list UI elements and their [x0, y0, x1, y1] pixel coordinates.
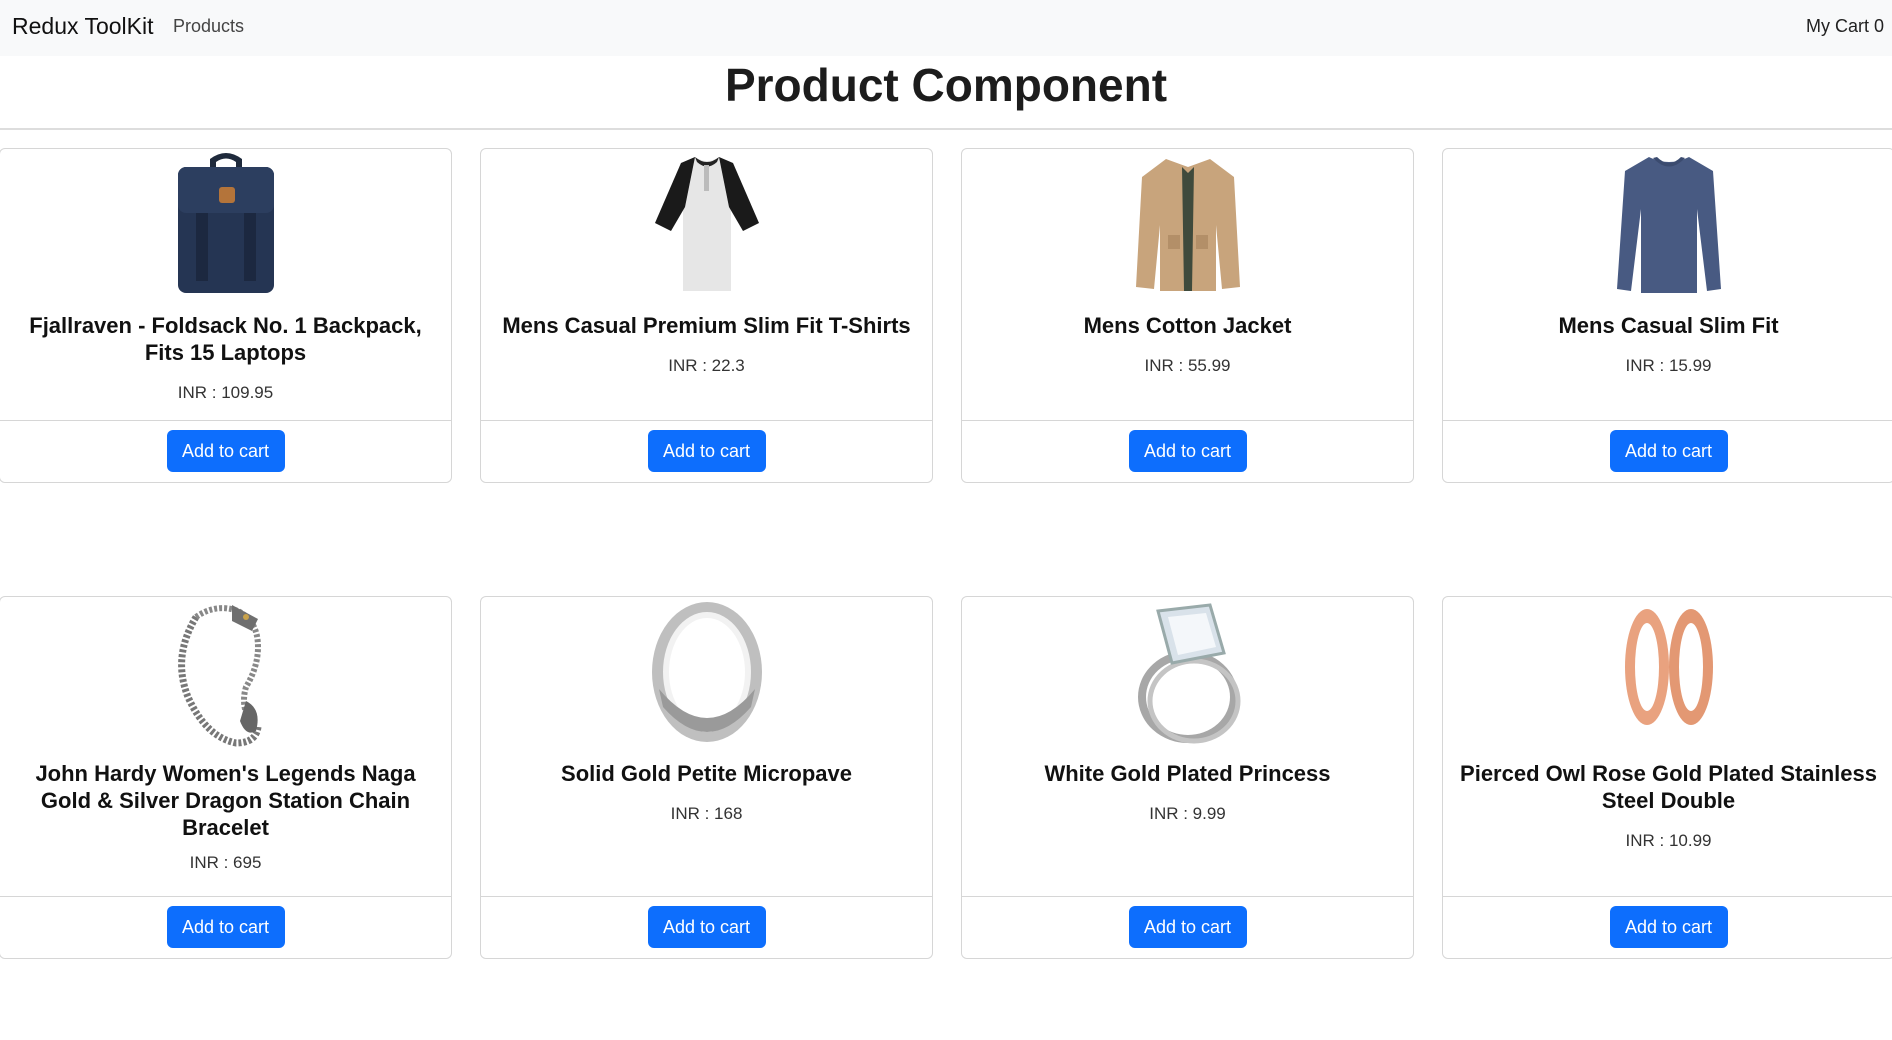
card-footer: Add to cart: [0, 896, 451, 958]
divider: [0, 128, 1892, 130]
bracelet-image: [177, 605, 261, 747]
add-to-cart-button[interactable]: Add to cart: [1128, 430, 1247, 472]
jacket-image: [1135, 159, 1240, 291]
silver-ring-image: [651, 602, 762, 742]
product-image: [481, 597, 932, 747]
card-footer: Add to cart: [1443, 420, 1892, 482]
product-image: [1443, 597, 1892, 747]
product-price: INR : 15.99: [1625, 356, 1712, 375]
product-title: White Gold Plated Princess: [1044, 761, 1331, 786]
tshirt-image: [654, 157, 759, 291]
product-price: INR : 109.95: [177, 383, 274, 402]
brand-link[interactable]: Redux ToolKit: [12, 13, 154, 40]
add-to-cart-button[interactable]: Add to cart: [166, 906, 285, 948]
product-card: Solid Gold Petite Micropave INR : 168 Ad…: [480, 596, 933, 959]
product-title: Fjallraven - Foldsack No. 1 Backpack, Fi…: [29, 313, 422, 365]
product-title: Mens Cotton Jacket: [1083, 313, 1292, 338]
my-cart-link[interactable]: My Cart 0: [1806, 16, 1884, 37]
product-title: Mens Casual Slim Fit: [1558, 313, 1779, 338]
navbar: Redux ToolKit Products My Cart 0: [0, 0, 1892, 56]
add-to-cart-button[interactable]: Add to cart: [1609, 430, 1728, 472]
add-to-cart-button[interactable]: Add to cart: [166, 430, 285, 472]
card-footer: Add to cart: [0, 420, 451, 482]
product-image: [1443, 149, 1892, 299]
backpack-image: [177, 153, 274, 293]
product-price: INR : 55.99: [1144, 356, 1231, 375]
add-to-cart-button[interactable]: Add to cart: [1128, 906, 1247, 948]
product-price: INR : 10.99: [1625, 831, 1712, 850]
add-to-cart-button[interactable]: Add to cart: [1609, 906, 1728, 948]
product-card: Mens Cotton Jacket INR : 55.99 Add to ca…: [961, 148, 1414, 483]
product-price: INR : 695: [189, 853, 262, 872]
product-title: Pierced Owl Rose Gold Plated Stainless S…: [1460, 761, 1877, 813]
product-card: White Gold Plated Princess INR : 9.99 Ad…: [961, 596, 1414, 959]
product-image: [962, 597, 1413, 747]
card-footer: Add to cart: [1443, 896, 1892, 958]
product-image: [481, 149, 932, 299]
product-card: John Hardy Women's Legends Naga Gold & S…: [0, 596, 452, 959]
product-image: [962, 149, 1413, 299]
add-to-cart-button[interactable]: Add to cart: [647, 430, 766, 472]
card-footer: Add to cart: [962, 420, 1413, 482]
card-footer: Add to cart: [962, 896, 1413, 958]
product-price: INR : 168: [670, 804, 743, 823]
product-price: INR : 22.3: [668, 356, 745, 375]
product-title: Solid Gold Petite Micropave: [561, 761, 852, 786]
product-card: Pierced Owl Rose Gold Plated Stainless S…: [1442, 596, 1892, 959]
product-image: [0, 597, 451, 747]
add-to-cart-button[interactable]: Add to cart: [647, 906, 766, 948]
product-card: Fjallraven - Foldsack No. 1 Backpack, Fi…: [0, 148, 452, 483]
product-title: John Hardy Women's Legends Naga Gold & S…: [35, 761, 416, 840]
product-title: Mens Casual Premium Slim Fit T-Shirts: [502, 313, 911, 338]
card-footer: Add to cart: [481, 420, 932, 482]
diamond-ring-image: [1137, 603, 1240, 744]
rose-gold-earrings-image: [1624, 609, 1713, 725]
longsleeve-shirt-image: [1616, 157, 1721, 293]
product-card: Mens Casual Slim Fit INR : 15.99 Add to …: [1442, 148, 1892, 483]
page-title: Product Component: [724, 59, 1168, 111]
card-footer: Add to cart: [481, 896, 932, 958]
product-price: INR : 9.99: [1149, 804, 1226, 823]
products-nav-link[interactable]: Products: [173, 16, 244, 37]
product-image: [0, 149, 451, 299]
product-card: Mens Casual Premium Slim Fit T-Shirts IN…: [480, 148, 933, 483]
